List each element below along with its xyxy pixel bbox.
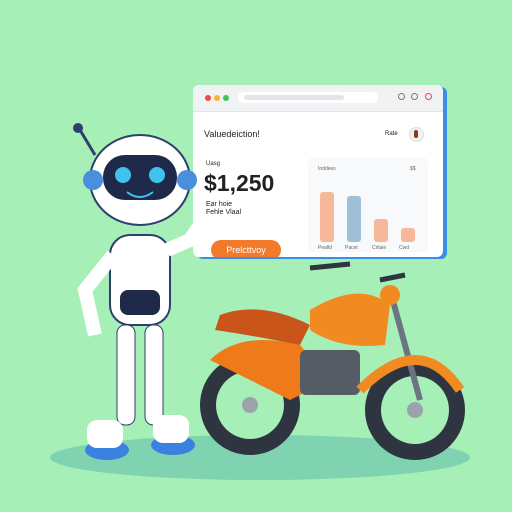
block-icon[interactable] <box>425 93 432 100</box>
close-dot[interactable] <box>205 95 211 101</box>
browser-toolbar <box>193 85 443 112</box>
chart-bar <box>374 219 388 242</box>
chart-title: Inddees <box>318 166 336 172</box>
robot-illustration <box>73 123 206 460</box>
maximize-dot[interactable] <box>223 95 229 101</box>
chart-bar <box>401 228 415 242</box>
chart-bar <box>347 196 361 242</box>
chart-bar <box>320 191 334 242</box>
settings-icon[interactable] <box>411 93 418 100</box>
header-rate: Rate <box>385 131 398 137</box>
minimize-dot[interactable] <box>214 95 220 101</box>
motorcycle-illustration <box>200 261 465 460</box>
chart-corner-label: $$ <box>410 166 416 172</box>
browser-window: Valuedeiction! Rate Uasg $1,250 Ear hoie… <box>193 85 443 257</box>
address-bar[interactable] <box>238 92 378 103</box>
chart-panel: Inddees $$ Pealld Pacet Cnlaie Cwd <box>308 157 428 252</box>
avatar[interactable] <box>409 127 424 142</box>
info-icon[interactable] <box>398 93 405 100</box>
